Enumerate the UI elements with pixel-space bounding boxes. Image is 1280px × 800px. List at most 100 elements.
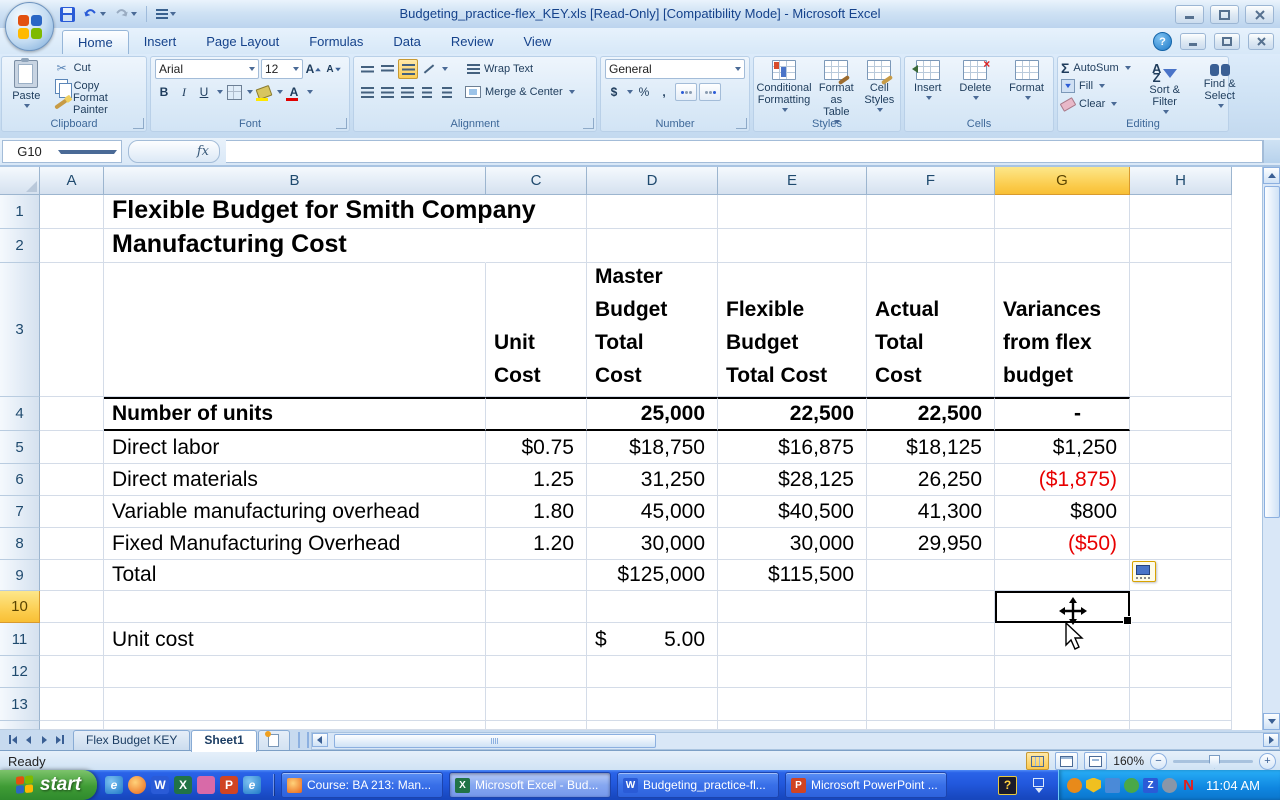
tab-page-layout[interactable]: Page Layout — [191, 30, 294, 54]
cell-D14[interactable] — [587, 721, 718, 730]
cell-B1[interactable]: Flexible Budget for Smith Company — [104, 195, 536, 229]
cell-F4[interactable]: 22,500 — [867, 397, 995, 431]
borders-dropdown[interactable] — [247, 90, 253, 94]
cell-F6[interactable]: 26,250 — [867, 464, 995, 496]
cell-E8[interactable]: 30,000 — [718, 528, 867, 560]
normal-view-button[interactable] — [1026, 752, 1050, 770]
row-header-9[interactable]: 9 — [0, 560, 40, 591]
restore-button[interactable] — [1210, 5, 1239, 24]
column-header-H[interactable]: H — [1130, 167, 1232, 195]
cell-D12[interactable] — [587, 656, 718, 688]
cell-F13[interactable] — [867, 688, 995, 721]
bold-button[interactable]: B — [155, 83, 173, 101]
underline-button[interactable]: U — [195, 83, 213, 101]
help-tray-icon[interactable]: ? — [998, 775, 1017, 795]
scroll-left-button[interactable] — [311, 733, 328, 747]
cell-D10[interactable] — [587, 591, 718, 623]
antivirus-tray-icon[interactable] — [1124, 777, 1139, 793]
number-format-combo[interactable]: General — [605, 59, 745, 79]
zoom-slider[interactable] — [1173, 754, 1253, 769]
scroll-right-button[interactable] — [1263, 733, 1279, 747]
font-name-combo[interactable]: Arial — [155, 59, 259, 79]
cell-A6[interactable] — [40, 464, 104, 496]
cell-A14[interactable] — [40, 721, 104, 730]
insert-worksheet-button[interactable] — [257, 730, 290, 750]
cell-A2[interactable] — [40, 229, 104, 263]
cell-D11[interactable]: $5.00 — [587, 623, 718, 656]
row-header-2[interactable]: 2 — [0, 229, 40, 263]
cell-H1[interactable] — [1130, 195, 1232, 229]
cell-G2[interactable] — [995, 229, 1130, 263]
show-hidden-icons-button[interactable] — [1033, 777, 1044, 793]
cell-B4[interactable]: Number of units — [104, 397, 486, 431]
fill-color-dropdown[interactable] — [277, 90, 283, 94]
row-header-5[interactable]: 5 — [0, 431, 40, 464]
italic-button[interactable]: I — [175, 83, 193, 101]
cell-F1[interactable] — [867, 195, 995, 229]
font-color-dropdown[interactable] — [307, 90, 313, 94]
column-header-F[interactable]: F — [867, 167, 995, 195]
middle-align-button[interactable] — [378, 60, 396, 78]
grow-font-button[interactable]: A — [305, 60, 323, 78]
increase-decimal-button[interactable] — [675, 83, 697, 101]
accounting-format-dropdown[interactable] — [627, 90, 633, 94]
row-header-13[interactable]: 13 — [0, 688, 40, 721]
cell-D3[interactable]: Master Budget Total Cost — [587, 263, 718, 397]
cell-H11[interactable] — [1130, 623, 1232, 656]
top-align-button[interactable] — [358, 60, 376, 78]
row-header-11[interactable]: 11 — [0, 623, 40, 656]
msn-explorer-icon[interactable]: e — [243, 776, 261, 794]
cell-F7[interactable]: 41,300 — [867, 496, 995, 528]
cell-C6[interactable]: 1.25 — [486, 464, 587, 496]
cell-C11[interactable] — [486, 623, 587, 656]
delete-cells-button[interactable]: × Delete — [955, 57, 995, 103]
powerpoint-icon[interactable]: P — [220, 776, 238, 794]
firefox-icon[interactable] — [128, 776, 146, 794]
orientation-dropdown[interactable] — [442, 67, 448, 71]
cell-A11[interactable] — [40, 623, 104, 656]
cell-A13[interactable] — [40, 688, 104, 721]
tab-view[interactable]: View — [509, 30, 567, 54]
cell-D13[interactable] — [587, 688, 718, 721]
zoom-level[interactable]: 160% — [1113, 754, 1144, 768]
sheet-tab-flex-budget-key[interactable]: Flex Budget KEY — [73, 730, 191, 752]
help-icon[interactable]: ? — [1153, 32, 1172, 51]
bottom-align-button[interactable] — [398, 59, 418, 79]
cell-F2[interactable] — [867, 229, 995, 263]
sort-filter-button[interactable]: AZ Sort & Filter — [1140, 61, 1190, 117]
tools-tray-icon[interactable] — [1105, 777, 1120, 793]
zoom-in-button[interactable]: + — [1259, 752, 1276, 770]
cell-H8[interactable] — [1130, 528, 1232, 560]
merge-center-dropdown[interactable] — [568, 90, 575, 94]
row-header-4[interactable]: 4 — [0, 397, 40, 431]
horizontal-scrollbar[interactable] — [310, 732, 1280, 750]
cell-E12[interactable] — [718, 656, 867, 688]
cell-A1[interactable] — [40, 195, 104, 229]
cell-B5[interactable]: Direct labor — [104, 431, 486, 464]
column-header-B[interactable]: B — [104, 167, 486, 195]
find-select-button[interactable]: Find & Select — [1194, 61, 1246, 117]
cell-F8[interactable]: 29,950 — [867, 528, 995, 560]
tab-split-handle[interactable] — [297, 732, 309, 748]
comma-style-button[interactable]: , — [655, 83, 673, 101]
cell-G5[interactable]: $1,250 — [995, 431, 1130, 464]
cell-F11[interactable] — [867, 623, 995, 656]
cell-H2[interactable] — [1130, 229, 1232, 263]
select-all-corner[interactable] — [0, 167, 40, 195]
paste-dropdown[interactable] — [24, 104, 31, 108]
shrink-font-button[interactable]: A — [325, 60, 343, 78]
last-sheet-button[interactable] — [54, 733, 67, 746]
close-button[interactable] — [1245, 5, 1274, 24]
cell-H7[interactable] — [1130, 496, 1232, 528]
format-as-table-button[interactable]: Format as Table — [814, 57, 859, 127]
cell-A12[interactable] — [40, 656, 104, 688]
cell-B7[interactable]: Variable manufacturing overhead — [104, 496, 486, 528]
insert-function-button[interactable]: fx — [128, 140, 220, 163]
cell-E3[interactable]: Flexible Budget Total Cost — [718, 263, 867, 397]
row-header-3[interactable]: 3 — [0, 263, 40, 397]
cell-A4[interactable] — [40, 397, 104, 431]
decrease-decimal-button[interactable] — [699, 83, 721, 101]
tab-insert[interactable]: Insert — [129, 30, 192, 54]
scroll-down-button[interactable] — [1263, 713, 1280, 730]
cell-C4[interactable] — [486, 397, 587, 431]
